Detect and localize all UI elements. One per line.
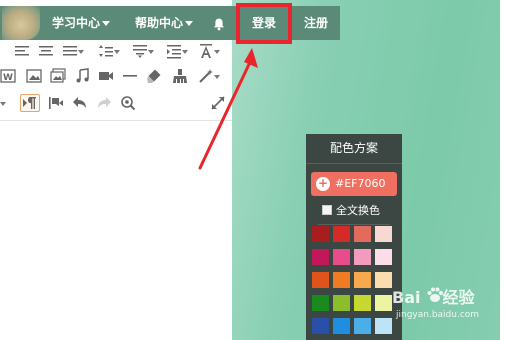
align-left-icon[interactable]: [14, 43, 30, 59]
color-swatch[interactable]: [312, 272, 329, 288]
logo[interactable]: [2, 6, 40, 40]
color-swatch[interactable]: [333, 249, 350, 265]
watermark: Bai 经验 jingyan.baidu.com: [388, 282, 498, 326]
annotation-arrow-icon: [198, 48, 258, 170]
paragraph-spacing-icon[interactable]: [132, 43, 154, 59]
chevron-down-icon: [78, 50, 84, 54]
nav-help-center-label: 帮助中心: [135, 16, 184, 30]
panel-divider: [318, 224, 390, 225]
color-swatch[interactable]: [354, 272, 371, 288]
chevron-down-icon[interactable]: [0, 95, 6, 111]
chevron-down-icon: [0, 102, 6, 106]
whole-text-recolor-toggle[interactable]: 全文换色: [322, 204, 380, 218]
color-swatch[interactable]: [354, 295, 371, 311]
chevron-down-icon: [114, 50, 120, 54]
color-swatch[interactable]: [312, 295, 329, 311]
color-swatch[interactable]: [312, 226, 329, 242]
register-button[interactable]: 注册: [296, 6, 336, 40]
color-swatch[interactable]: [333, 318, 350, 334]
chevron-down-icon: [148, 50, 154, 54]
chevron-down-icon: [185, 21, 194, 26]
nav-learning-center-label: 学习中心: [52, 16, 101, 30]
color-swatch[interactable]: [333, 272, 350, 288]
color-swatch[interactable]: [333, 226, 350, 242]
color-swatch[interactable]: [312, 249, 329, 265]
current-color-value: #EF7060: [335, 177, 386, 190]
align-justify-icon[interactable]: [62, 43, 84, 59]
nav-learning-center[interactable]: 学习中心: [52, 6, 111, 40]
line-height-icon[interactable]: [98, 43, 120, 59]
page: 学习中心 帮助中心 登录 注册 W 配色方案 + #EF7060 全文换色 Ba…: [0, 0, 506, 340]
color-swatch[interactable]: [312, 318, 329, 334]
color-swatch-grid: [312, 226, 396, 340]
find-icon[interactable]: [120, 95, 136, 111]
format-painter-icon[interactable]: [172, 68, 188, 84]
align-center-icon[interactable]: [38, 43, 54, 59]
word-icon[interactable]: W: [0, 68, 16, 84]
indent-icon[interactable]: [166, 43, 188, 59]
music-icon[interactable]: [74, 68, 90, 84]
color-swatch[interactable]: [333, 295, 350, 311]
redo-icon[interactable]: [96, 95, 112, 111]
plus-icon[interactable]: +: [316, 177, 330, 191]
color-swatch[interactable]: [354, 318, 371, 334]
video-icon[interactable]: [98, 68, 114, 84]
multi-image-icon[interactable]: [50, 68, 66, 84]
horizontal-rule-icon[interactable]: [122, 68, 138, 84]
color-swatch[interactable]: [354, 249, 371, 265]
color-swatch[interactable]: [375, 226, 392, 242]
image-icon[interactable]: [26, 68, 42, 84]
current-color-field[interactable]: + #EF7060: [311, 172, 397, 196]
whole-text-label: 全文换色: [336, 204, 380, 217]
color-swatch[interactable]: [354, 226, 371, 242]
svg-text:W: W: [3, 73, 13, 83]
rtl-icon[interactable]: [20, 94, 40, 112]
ltr-icon[interactable]: [48, 95, 64, 111]
chevron-down-icon: [102, 21, 111, 26]
right-edge: [500, 0, 506, 340]
watermark-brand-prefix: Bai: [392, 288, 421, 307]
bell-icon[interactable]: [212, 16, 226, 31]
login-highlight-box: [236, 3, 292, 44]
watermark-brand-suffix: 经验: [442, 288, 475, 307]
eraser-icon[interactable]: [146, 68, 162, 84]
watermark-url: jingyan.baidu.com: [396, 310, 480, 320]
whole-text-checkbox[interactable]: [322, 205, 332, 215]
color-swatch[interactable]: [375, 249, 392, 265]
paw-icon: [427, 287, 443, 302]
panel-title: 配色方案: [306, 134, 402, 164]
nav-help-center[interactable]: 帮助中心: [135, 6, 194, 40]
chevron-down-icon: [182, 50, 188, 54]
undo-icon[interactable]: [72, 95, 88, 111]
